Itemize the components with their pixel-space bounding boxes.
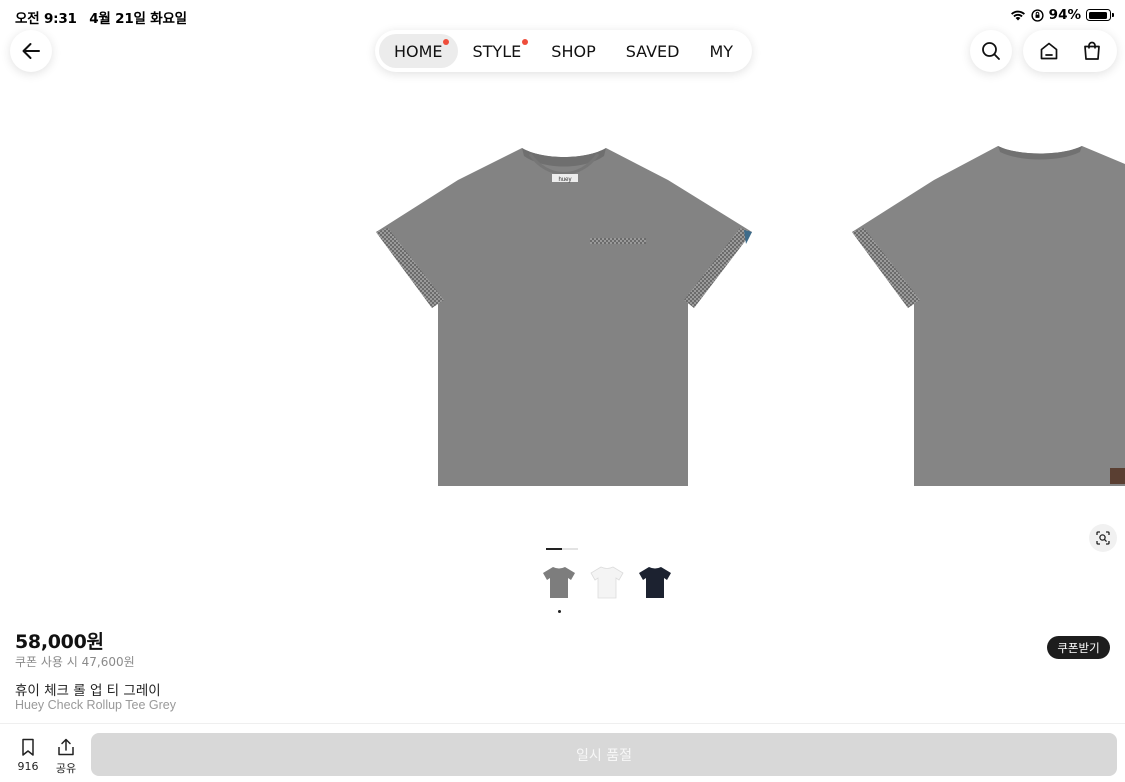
tshirt-thumbnail (590, 566, 624, 599)
selected-indicator (558, 610, 561, 613)
sold-out-button[interactable]: 일시 품절 (91, 733, 1117, 776)
notification-dot (442, 39, 449, 45)
status-bar: 오전 9:31 4월 21일 화요일 94% (0, 0, 1125, 30)
battery-icon (1086, 9, 1114, 21)
battery-fill (1088, 11, 1108, 19)
get-coupon-button[interactable]: 쿠폰받기 (1047, 636, 1110, 659)
pager-segment (562, 548, 578, 550)
battery-percent: 94% (1048, 7, 1081, 23)
back-button[interactable] (10, 30, 52, 72)
swatch-navy[interactable] (637, 564, 673, 604)
home-button[interactable] (1031, 33, 1067, 69)
share-icon (58, 738, 74, 756)
search-button[interactable] (970, 30, 1012, 72)
product-image-back[interactable] (848, 140, 1125, 490)
tab-label: SAVED (625, 41, 680, 61)
bottom-action-bar: 916 공유 일시 품절 (0, 723, 1125, 782)
back-arrow-icon (22, 43, 40, 59)
product-name-english: Huey Check Rollup Tee Grey (15, 698, 176, 712)
tab-style[interactable]: STYLE (458, 34, 537, 68)
swatch-white[interactable] (589, 564, 625, 604)
swatch-grey[interactable] (541, 564, 577, 613)
notification-dot (522, 39, 529, 45)
bookmark-icon (22, 738, 34, 756)
tab-saved[interactable]: SAVED (611, 34, 695, 68)
product-name-korean: 휴이 체크 롤 업 티 그레이 (15, 683, 161, 699)
status-time: 오전 9:31 (15, 11, 77, 27)
coupon-price: 쿠폰 사용 시 47,600원 (15, 655, 135, 669)
save-button[interactable]: 916 (13, 737, 43, 773)
share-label: 공유 (55, 762, 77, 775)
visual-search-button[interactable] (1089, 524, 1117, 552)
product-price: 58,000원 (15, 631, 104, 653)
tab-label: HOME (394, 41, 443, 61)
home-icon (1040, 42, 1057, 60)
tab-label: MY (709, 41, 734, 61)
tshirt-thumbnail (543, 567, 575, 598)
tab-label: SHOP (551, 41, 596, 61)
wifi-icon (1010, 10, 1025, 21)
orientation-lock-icon (1031, 8, 1044, 22)
share-button[interactable]: 공유 (51, 737, 81, 776)
color-swatches (541, 564, 673, 613)
tab-label: STYLE (472, 41, 522, 61)
status-indicators: 94% (1010, 7, 1114, 23)
header-actions (1023, 30, 1117, 72)
status-date: 4월 21일 화요일 (89, 11, 187, 27)
tab-home[interactable]: HOME (379, 34, 458, 68)
tab-my[interactable]: MY (694, 34, 748, 68)
product-image-front[interactable]: huey (372, 140, 756, 490)
main-nav: HOME STYLE SHOP SAVED MY (375, 30, 752, 72)
status-time-date: 오전 9:31 4월 21일 화요일 (15, 7, 195, 27)
shopping-bag-icon (1083, 41, 1100, 60)
brand-tag: huey (558, 177, 571, 183)
pager-segment-active (546, 548, 562, 550)
save-count: 916 (17, 760, 39, 773)
tab-shop[interactable]: SHOP (536, 34, 610, 68)
cart-button[interactable] (1074, 33, 1110, 69)
lens-search-icon (1096, 531, 1110, 545)
search-icon (982, 42, 1000, 60)
tshirt-thumbnail (639, 567, 671, 598)
image-pager (546, 548, 578, 550)
swatch-fill (543, 567, 575, 598)
